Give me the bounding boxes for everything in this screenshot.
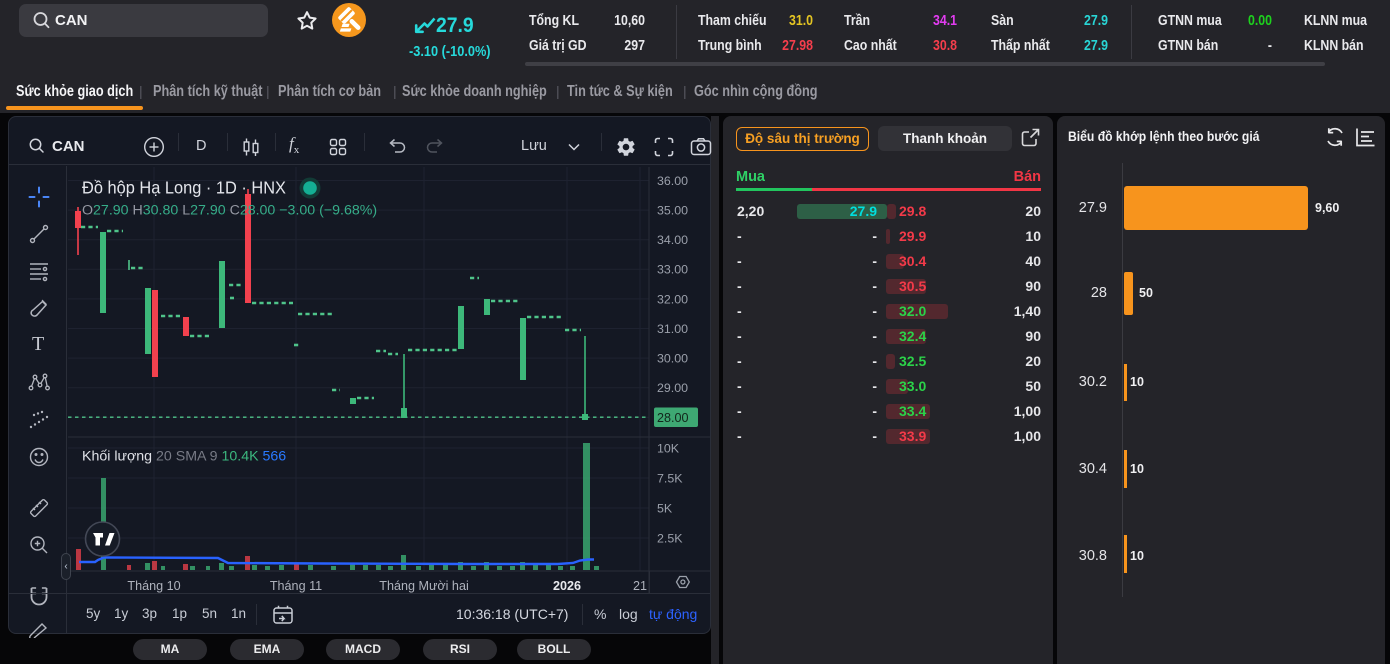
svg-text:Tháng 11: Tháng 11 [270, 579, 322, 593]
svg-text:Tháng Mười hai: Tháng Mười hai [379, 579, 469, 593]
svg-text:2.5K: 2.5K [657, 531, 683, 545]
svg-text:7.5K: 7.5K [657, 471, 683, 485]
svg-text:33.00: 33.00 [657, 263, 688, 277]
svg-text:O27.90 H30.80 L27.90 C28.00 −3: O27.90 H30.80 L27.90 C28.00 −3.00 (−9.68… [82, 203, 377, 219]
svg-text:35.00: 35.00 [657, 204, 688, 218]
svg-text:21: 21 [633, 579, 647, 593]
svg-text:32.00: 32.00 [657, 292, 688, 306]
svg-text:5K: 5K [657, 501, 673, 515]
svg-text:Đồ hộp Hạ Long · 1D · HNX: Đồ hộp Hạ Long · 1D · HNX [82, 178, 286, 198]
svg-text:Khối lượng 20 SMA 9 10.4K 56: Khối lượng 20 SMA 9 10.4K 566 [82, 449, 286, 465]
svg-text:Tháng 10: Tháng 10 [127, 579, 180, 593]
svg-text:10K: 10K [657, 441, 680, 455]
svg-text:2026: 2026 [553, 579, 581, 593]
svg-text:34.00: 34.00 [657, 233, 688, 247]
svg-text:31.00: 31.00 [657, 322, 688, 336]
svg-text:36.00: 36.00 [657, 174, 688, 188]
svg-text:28.00: 28.00 [657, 411, 689, 425]
svg-text:30.00: 30.00 [657, 352, 688, 366]
svg-text:29.00: 29.00 [657, 381, 688, 395]
